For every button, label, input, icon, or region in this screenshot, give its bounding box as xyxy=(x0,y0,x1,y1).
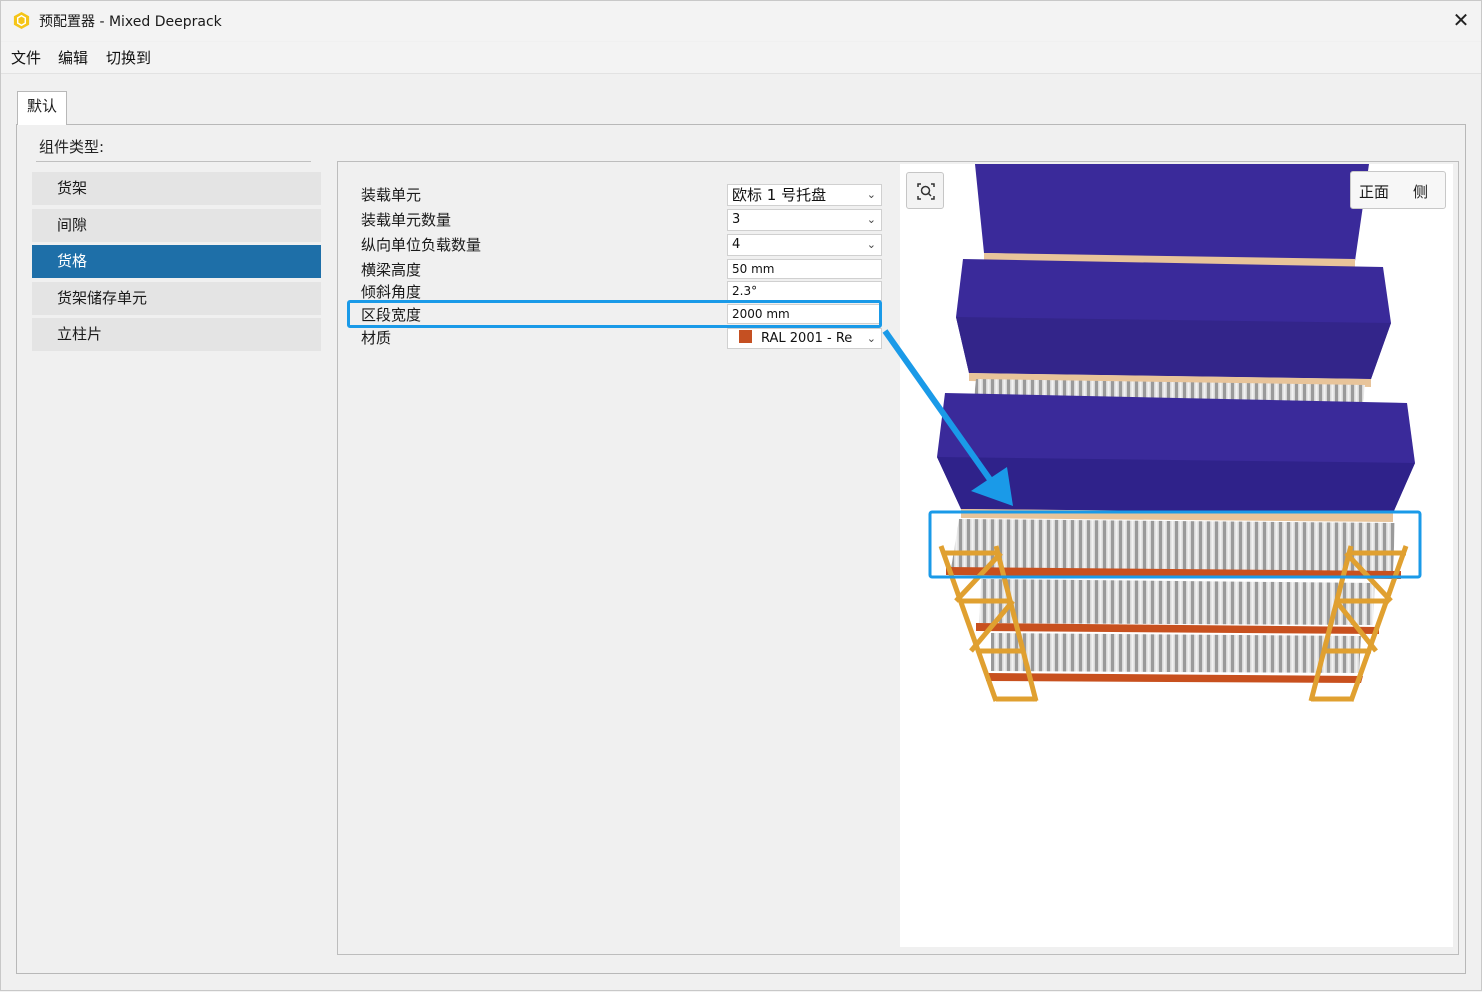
tilt-angle-input[interactable]: 2.3° xyxy=(727,281,882,301)
category-item-compartment[interactable]: 货格 xyxy=(32,245,321,278)
highlight-box xyxy=(347,300,882,328)
view-front-button[interactable]: 正面 xyxy=(1359,181,1389,202)
longitudinal-count-value: 4 xyxy=(732,237,741,252)
roller-row-third xyxy=(991,633,1361,673)
menu-file[interactable]: 文件 xyxy=(11,47,41,68)
app-window: 预配置器 - Mixed Deeprack ✕ 文件 编辑 切换到 默认 组件类… xyxy=(0,0,1482,991)
zoom-fit-icon xyxy=(917,183,935,200)
load-block-top xyxy=(975,164,1369,261)
roller-row-second xyxy=(979,579,1375,625)
property-label-tilt-angle: 倾斜角度 xyxy=(361,283,422,301)
color-swatch xyxy=(739,330,752,343)
hexagon-logo-icon xyxy=(13,11,30,30)
view-side-button[interactable]: 侧 xyxy=(1413,181,1428,202)
chevron-down-icon: ⌄ xyxy=(866,238,876,251)
load-unit-select[interactable]: 欧标 1 号托盘 ⌄ xyxy=(727,184,882,206)
load-unit-count-select[interactable]: 3 ⌄ xyxy=(727,209,882,231)
material-value: RAL 2001 - Re xyxy=(761,331,853,346)
category-item-storage-unit[interactable]: 货架储存单元 xyxy=(32,282,321,315)
load-unit-count-value: 3 xyxy=(732,212,741,227)
property-label-load-unit: 装载单元 xyxy=(361,186,422,204)
beam-height-input[interactable]: 50 mm xyxy=(727,259,882,279)
load-unit-value: 欧标 1 号托盘 xyxy=(732,186,827,204)
category-item-gap[interactable]: 间隙 xyxy=(32,209,321,242)
tab-default[interactable]: 默认 xyxy=(17,91,67,125)
title-bar: 预配置器 - Mixed Deeprack ✕ xyxy=(1,1,1481,41)
menu-edit[interactable]: 编辑 xyxy=(58,47,88,68)
load-block-lower-face xyxy=(937,457,1415,513)
property-label-material: 材质 xyxy=(361,329,392,347)
menu-switch-to[interactable]: 切换到 xyxy=(106,47,151,68)
rack-3d-render xyxy=(937,164,1415,702)
zoom-fit-button[interactable] xyxy=(906,172,944,209)
chevron-down-icon: ⌄ xyxy=(866,332,876,345)
property-label-longitudinal-count: 纵向单位负载数量 xyxy=(361,236,482,254)
load-block-middle-face xyxy=(956,317,1391,379)
chevron-down-icon: ⌄ xyxy=(866,213,876,226)
chevron-down-icon: ⌄ xyxy=(866,188,876,201)
material-select[interactable]: RAL 2001 - Re ⌄ xyxy=(727,328,882,349)
view-toggle: 正面 侧 xyxy=(1350,171,1446,209)
menu-bar: 文件 编辑 切换到 xyxy=(1,42,1481,74)
property-label-load-unit-count: 装载单元数量 xyxy=(361,211,452,229)
longitudinal-count-select[interactable]: 4 ⌄ xyxy=(727,234,882,256)
roller-row-main xyxy=(951,519,1395,571)
category-item-upright-frame[interactable]: 立柱片 xyxy=(32,318,321,351)
window-title: 预配置器 - Mixed Deeprack xyxy=(39,14,222,30)
close-button[interactable]: ✕ xyxy=(1441,1,1481,41)
beam-bottom xyxy=(986,673,1363,683)
category-item-rack[interactable]: 货架 xyxy=(32,172,321,205)
property-label-beam-height: 横梁高度 xyxy=(361,261,422,279)
divider xyxy=(36,161,311,162)
component-type-label: 组件类型: xyxy=(39,138,105,156)
